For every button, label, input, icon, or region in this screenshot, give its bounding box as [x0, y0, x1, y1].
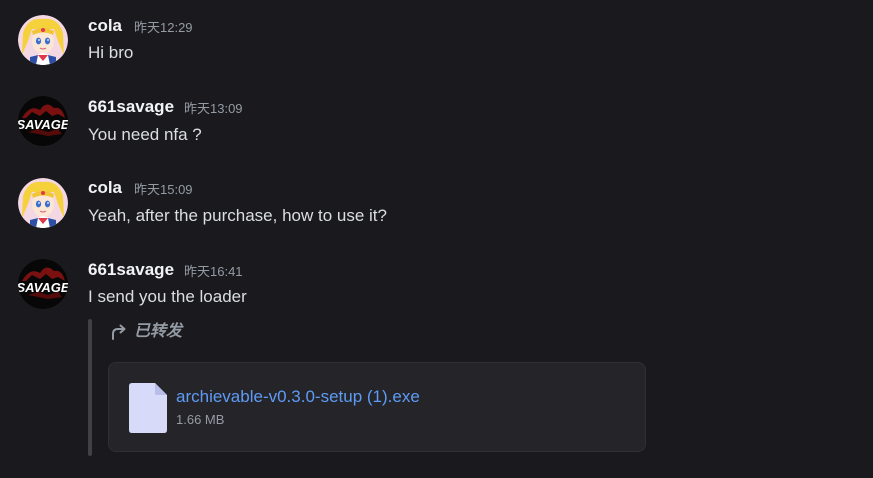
avatar[interactable] [18, 178, 68, 228]
message-author[interactable]: 661savage [88, 260, 174, 280]
file-attachment[interactable]: archievable-v0.3.0-setup (1).exe 1.66 MB [108, 362, 646, 452]
savage-logo-avatar-icon: SAVAGE [18, 96, 68, 146]
forward-arrow-icon [112, 324, 126, 340]
message-text: You need nfa ? [88, 125, 202, 144]
message-timestamp: 昨天13:09 [184, 101, 243, 116]
message-text: Yeah, after the purchase, how to use it? [88, 206, 387, 225]
chat-messages: cola 昨天12:29 Hi bro SAVAGE 661savage 昨天1… [0, 0, 873, 478]
savage-logo-avatar-icon: SAVAGE [18, 259, 68, 309]
forward-quote-bar [88, 319, 92, 456]
avatar[interactable]: SAVAGE [18, 96, 68, 146]
message-timestamp: 昨天16:41 [184, 264, 243, 279]
message-timestamp: 昨天12:29 [134, 20, 193, 35]
message-timestamp: 昨天15:09 [134, 182, 193, 197]
message-author[interactable]: cola [88, 178, 122, 198]
message-author[interactable]: cola [88, 16, 122, 36]
sailor-moon-avatar-icon [18, 178, 68, 228]
sailor-moon-avatar-icon [18, 15, 68, 65]
file-size: 1.66 MB [176, 412, 225, 427]
message-text: I send you the loader [88, 287, 247, 306]
avatar[interactable]: SAVAGE [18, 259, 68, 309]
svg-text:SAVAGE: SAVAGE [18, 280, 68, 295]
message-author[interactable]: 661savage [88, 97, 174, 117]
message-text: Hi bro [88, 43, 134, 62]
forwarded-label: 已转发 [110, 321, 182, 343]
forwarded-label-text: 已转发 [134, 323, 183, 340]
file-icon [129, 383, 167, 433]
svg-text:SAVAGE: SAVAGE [18, 117, 68, 132]
file-name-link[interactable]: archievable-v0.3.0-setup (1).exe [176, 386, 420, 408]
avatar[interactable] [18, 15, 68, 65]
